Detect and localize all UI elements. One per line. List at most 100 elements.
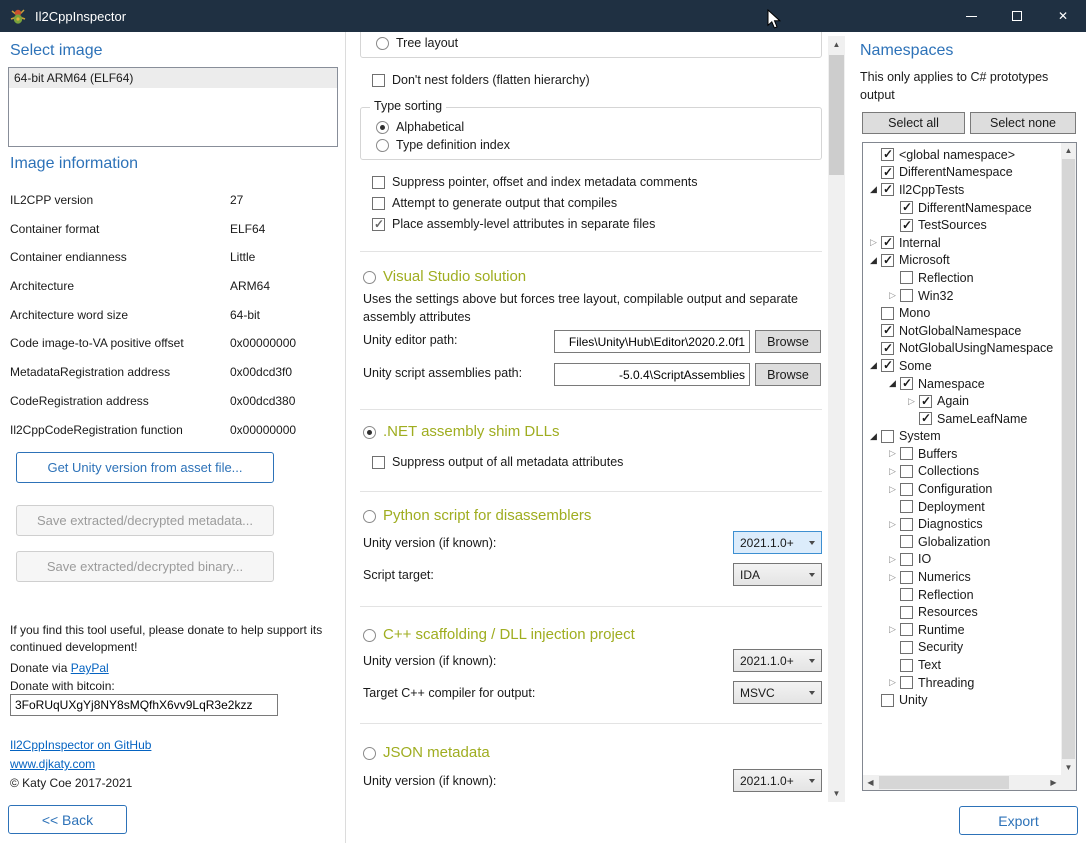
minimize-button[interactable]: [948, 0, 994, 32]
expand-icon[interactable]: ▷: [885, 290, 900, 301]
tree-item-sameleafname[interactable]: SameLeafName: [863, 410, 1061, 428]
collapse-icon[interactable]: ◢: [866, 184, 881, 195]
tree-item-checkbox[interactable]: [900, 219, 913, 232]
tree-item-reflection[interactable]: Reflection: [863, 269, 1061, 287]
tree-item-mono[interactable]: Mono: [863, 304, 1061, 322]
tree-item-checkbox[interactable]: [900, 500, 913, 513]
tree-item-checkbox[interactable]: [881, 148, 894, 161]
tree-vertical-scrollbar[interactable]: ▲ ▼: [1061, 143, 1076, 775]
scroll-down-icon[interactable]: ▼: [1061, 760, 1076, 775]
suppress-comments-checkbox[interactable]: [372, 176, 385, 189]
cpp-scaffolding-radio[interactable]: [363, 629, 376, 642]
select-all-button[interactable]: Select all: [862, 112, 965, 134]
python-script-radio[interactable]: [363, 510, 376, 523]
separate-attributes-checkbox[interactable]: [372, 218, 385, 231]
typedef-index-radio[interactable]: [376, 139, 389, 152]
scroll-left-icon[interactable]: ◀: [863, 775, 878, 790]
tree-item-text[interactable]: Text: [863, 656, 1061, 674]
tree-item-deployment[interactable]: Deployment: [863, 498, 1061, 516]
tree-item-checkbox[interactable]: [900, 535, 913, 548]
tree-item-checkbox[interactable]: [900, 623, 913, 636]
scroll-up-icon[interactable]: ▲: [828, 36, 845, 53]
scroll-right-icon[interactable]: ▶: [1046, 775, 1061, 790]
tree-item-checkbox[interactable]: [900, 518, 913, 531]
tree-item-testsources[interactable]: TestSources: [863, 216, 1061, 234]
alphabetical-radio[interactable]: [376, 121, 389, 134]
unity-editor-path-input[interactable]: [554, 330, 750, 353]
tree-item-checkbox[interactable]: [900, 588, 913, 601]
tree-item-checkbox[interactable]: [881, 236, 894, 249]
tree-item-checkbox[interactable]: [900, 676, 913, 689]
tree-item-resources[interactable]: Resources: [863, 603, 1061, 621]
tree-item-global-namespace[interactable]: <global namespace>: [863, 146, 1061, 164]
bitcoin-address-input[interactable]: [10, 694, 278, 716]
json-metadata-radio[interactable]: [363, 747, 376, 760]
tree-item-notglobalusingnamespace[interactable]: NotGlobalUsingNamespace: [863, 340, 1061, 358]
collapse-icon[interactable]: ◢: [885, 378, 900, 389]
tree-item-checkbox[interactable]: [881, 430, 894, 443]
tree-item-checkbox[interactable]: [881, 166, 894, 179]
script-assemblies-path-input[interactable]: [554, 363, 750, 386]
expand-icon[interactable]: ▷: [885, 484, 900, 495]
back-button[interactable]: << Back: [8, 805, 127, 834]
tree-item-il2cpptests[interactable]: ◢Il2CppTests: [863, 181, 1061, 199]
tree-item-system[interactable]: ◢System: [863, 428, 1061, 446]
tree-item-buffers[interactable]: ▷Buffers: [863, 445, 1061, 463]
tree-item-again[interactable]: ▷Again: [863, 392, 1061, 410]
tree-item-checkbox[interactable]: [900, 465, 913, 478]
expand-icon[interactable]: ▷: [885, 624, 900, 635]
scrollbar-thumb[interactable]: [829, 55, 844, 175]
tree-item-checkbox[interactable]: [881, 324, 894, 337]
export-button[interactable]: Export: [959, 806, 1078, 835]
tree-item-checkbox[interactable]: [881, 342, 894, 355]
tree-item-win32[interactable]: ▷Win32: [863, 287, 1061, 305]
json-unity-version-combo[interactable]: 2021.1.0+: [733, 769, 822, 792]
tree-item-checkbox[interactable]: [900, 447, 913, 460]
vs-solution-radio[interactable]: [363, 271, 376, 284]
tree-item-checkbox[interactable]: [900, 553, 913, 566]
tree-item-checkbox[interactable]: [900, 201, 913, 214]
paypal-link[interactable]: PayPal: [71, 661, 109, 675]
expand-icon[interactable]: ▷: [885, 466, 900, 477]
cpp-compiler-combo[interactable]: MSVC: [733, 681, 822, 704]
tree-item-checkbox[interactable]: [900, 606, 913, 619]
flatten-checkbox[interactable]: [372, 74, 385, 87]
tree-item-io[interactable]: ▷IO: [863, 551, 1061, 569]
cpp-unity-version-combo[interactable]: 2021.1.0+: [733, 649, 822, 672]
shim-dlls-radio[interactable]: [363, 426, 376, 439]
collapse-icon[interactable]: ◢: [866, 255, 881, 266]
tree-item-unity[interactable]: Unity: [863, 691, 1061, 709]
expand-icon[interactable]: ▷: [885, 554, 900, 565]
expand-icon[interactable]: ▷: [885, 448, 900, 459]
tree-item-collections[interactable]: ▷Collections: [863, 463, 1061, 481]
tree-item-configuration[interactable]: ▷Configuration: [863, 480, 1061, 498]
tree-item-checkbox[interactable]: [881, 254, 894, 267]
tree-item-numerics[interactable]: ▷Numerics: [863, 568, 1061, 586]
tree-horizontal-scrollbar[interactable]: ◀ ▶: [863, 775, 1061, 790]
collapse-icon[interactable]: ◢: [866, 360, 881, 371]
tree-item-checkbox[interactable]: [900, 377, 913, 390]
close-button[interactable]: ✕: [1040, 0, 1086, 32]
center-scrollbar[interactable]: ▲ ▼: [828, 36, 845, 802]
scrollbar-thumb[interactable]: [1062, 159, 1075, 759]
tree-item-diagnostics[interactable]: ▷Diagnostics: [863, 515, 1061, 533]
image-list[interactable]: 64-bit ARM64 (ELF64): [8, 67, 338, 147]
tree-item-differentnamespace[interactable]: DifferentNamespace: [863, 164, 1061, 182]
tree-item-threading[interactable]: ▷Threading: [863, 674, 1061, 692]
tree-item-notglobalnamespace[interactable]: NotGlobalNamespace: [863, 322, 1061, 340]
tree-item-microsoft[interactable]: ◢Microsoft: [863, 252, 1061, 270]
attempt-compile-checkbox[interactable]: [372, 197, 385, 210]
image-list-item[interactable]: 64-bit ARM64 (ELF64): [9, 68, 337, 88]
tree-item-checkbox[interactable]: [919, 395, 932, 408]
tree-item-globalization[interactable]: Globalization: [863, 533, 1061, 551]
tree-item-runtime[interactable]: ▷Runtime: [863, 621, 1061, 639]
tree-item-checkbox[interactable]: [900, 289, 913, 302]
tree-item-checkbox[interactable]: [881, 694, 894, 707]
expand-icon[interactable]: ▷: [885, 677, 900, 688]
tree-item-checkbox[interactable]: [900, 483, 913, 496]
tree-item-checkbox[interactable]: [900, 271, 913, 284]
browse-editor-path-button[interactable]: Browse: [755, 330, 821, 353]
tree-item-some[interactable]: ◢Some: [863, 357, 1061, 375]
browse-assemblies-path-button[interactable]: Browse: [755, 363, 821, 386]
tree-item-internal[interactable]: ▷Internal: [863, 234, 1061, 252]
